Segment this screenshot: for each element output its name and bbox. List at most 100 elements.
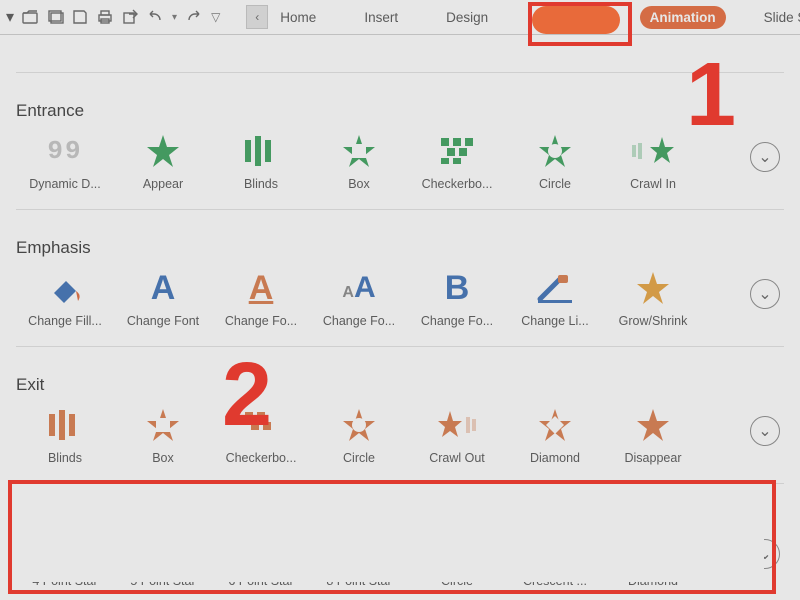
anim-change-font-color[interactable]: A Change Fo...: [212, 260, 310, 328]
anim-change-fill[interactable]: Change Fill...: [16, 260, 114, 328]
tab-transitions[interactable]: Transitions: [526, 6, 612, 29]
anim-grow-shrink[interactable]: Grow/Shrink: [604, 260, 702, 328]
section-entrance-title: Entrance: [16, 101, 792, 121]
section-motion-paths: Motion Paths 4 Point Star 5 Point Star 6…: [8, 498, 792, 588]
anim-label: Disappear: [604, 451, 702, 465]
letter-a-icon: A: [151, 269, 176, 308]
anim-circle-path[interactable]: Circle: [408, 520, 506, 588]
mp-6star-icon: [243, 530, 279, 566]
expand-exit-button[interactable]: ⌄: [750, 416, 780, 446]
mp-4star-icon: [47, 530, 83, 566]
anim-change-font-size[interactable]: AAChange Fo...: [310, 260, 408, 328]
star-diamond-orange-icon: [537, 407, 573, 443]
anim-diamond-path[interactable]: Diamond: [604, 520, 702, 588]
section-entrance: Entrance 99Dynamic D... Appear Blinds Bo…: [8, 101, 792, 191]
section-exit-title: Exit: [16, 375, 792, 395]
anim-label: Circle: [408, 574, 506, 588]
chevron-down-icon: ⌄: [758, 544, 771, 564]
anim-8-point-star[interactable]: 8 Point Star: [310, 520, 408, 588]
redo-icon[interactable]: [185, 7, 203, 27]
anim-appear[interactable]: Appear: [114, 123, 212, 191]
anim-label: Crawl Out: [408, 451, 506, 465]
star-crawl-orange-icon: [436, 409, 478, 441]
anim-label: 5 Point Star: [114, 574, 212, 588]
anim-blinds-exit[interactable]: Blinds: [16, 397, 114, 465]
digits-icon: 99: [47, 136, 82, 166]
anim-label: 6 Point Star: [212, 574, 310, 588]
section-emphasis: Emphasis Change Fill... AChange Font A Ch…: [8, 238, 792, 328]
export-icon[interactable]: [122, 7, 138, 27]
anim-blinds[interactable]: Blinds: [212, 123, 310, 191]
anim-label: Change Fo...: [310, 314, 408, 328]
anim-checkerboard-entrance[interactable]: Checkerbo...: [408, 123, 506, 191]
new-slide-icon[interactable]: [48, 7, 64, 27]
anim-crawl-in[interactable]: Crawl In: [604, 123, 702, 191]
print-icon[interactable]: [96, 7, 114, 27]
tab-slide-show[interactable]: Slide Show: [754, 6, 800, 29]
anim-label: Crawl In: [604, 177, 702, 191]
tab-insert[interactable]: Insert: [354, 6, 408, 29]
anim-box-exit[interactable]: Box: [114, 397, 212, 465]
anim-dynamic-digits[interactable]: 99Dynamic D...: [16, 123, 114, 191]
expand-motion-button[interactable]: ⌄: [750, 539, 780, 569]
star-amber-icon: [635, 270, 671, 306]
anim-label: Change Li...: [506, 314, 604, 328]
anim-label: Change Fo...: [408, 314, 506, 328]
chevron-down-icon: ⌄: [758, 421, 771, 441]
anim-label: Blinds: [16, 451, 114, 465]
anim-label: Diamond: [604, 574, 702, 588]
anim-label: Circle: [506, 177, 604, 191]
expand-entrance-button[interactable]: ⌄: [750, 142, 780, 172]
anim-label: Blinds: [212, 177, 310, 191]
anim-6-point-star[interactable]: 6 Point Star: [212, 520, 310, 588]
anim-change-font-style[interactable]: BChange Fo...: [408, 260, 506, 328]
anim-circle-entrance[interactable]: Circle: [506, 123, 604, 191]
mp-5star-icon: [145, 530, 181, 566]
tab-home[interactable]: Home: [278, 6, 326, 29]
anim-box-entrance[interactable]: Box: [310, 123, 408, 191]
anim-4-point-star[interactable]: 4 Point Star: [16, 520, 114, 588]
anim-label: Change Fill...: [16, 314, 114, 328]
anim-change-font[interactable]: AChange Font: [114, 260, 212, 328]
section-motion-title: Motion Paths: [16, 498, 792, 518]
star-orange-icon: [635, 407, 671, 443]
tab-design[interactable]: Design: [436, 6, 498, 29]
ribbon-scroll-left-icon[interactable]: ‹: [246, 5, 268, 29]
undo-more-icon[interactable]: ▾: [172, 7, 177, 27]
brush-icon: [536, 273, 574, 303]
anim-label: Crescent ...: [506, 574, 604, 588]
star-checker-icon: [439, 136, 475, 166]
anim-5-point-star[interactable]: 5 Point Star: [114, 520, 212, 588]
expand-emphasis-button[interactable]: ⌄: [750, 279, 780, 309]
anim-change-line-color[interactable]: Change Li...: [506, 260, 604, 328]
anim-crescent[interactable]: Crescent ...: [506, 520, 604, 588]
anim-label: Grow/Shrink: [604, 314, 702, 328]
anim-label: Checkerbo...: [408, 177, 506, 191]
section-emphasis-title: Emphasis: [16, 238, 792, 258]
anim-label: Box: [114, 451, 212, 465]
star-crawl-icon: [632, 135, 674, 167]
star-blinds-orange-icon: [45, 408, 85, 442]
anim-label: Appear: [114, 177, 212, 191]
tab-animation[interactable]: Animation: [640, 6, 726, 29]
qat-dropdown-icon[interactable]: ▾: [6, 7, 14, 27]
qat-overflow-icon[interactable]: ▽: [211, 7, 220, 27]
anim-label: Change Fo...: [212, 314, 310, 328]
anim-circle-exit[interactable]: Circle: [310, 397, 408, 465]
star-circle-icon: [537, 133, 573, 169]
section-exit: Exit Blinds Box Checkerbo... Circle Craw…: [8, 375, 792, 465]
anim-checkerboard-exit[interactable]: Checkerbo...: [212, 397, 310, 465]
open-icon[interactable]: [22, 7, 40, 27]
chevron-down-icon: ⌄: [758, 147, 771, 167]
undo-icon[interactable]: [146, 7, 164, 27]
bucket-icon: [48, 273, 82, 303]
letter-a-orange-icon: A: [249, 269, 274, 308]
anim-diamond-exit[interactable]: Diamond: [506, 397, 604, 465]
anim-crawl-out[interactable]: Crawl Out: [408, 397, 506, 465]
anim-disappear[interactable]: Disappear: [604, 397, 702, 465]
save-icon[interactable]: [72, 7, 88, 27]
star-icon: [145, 133, 181, 169]
anim-label: Diamond: [506, 451, 604, 465]
star-checker-orange-icon: [243, 410, 279, 440]
anim-label: 8 Point Star: [310, 574, 408, 588]
